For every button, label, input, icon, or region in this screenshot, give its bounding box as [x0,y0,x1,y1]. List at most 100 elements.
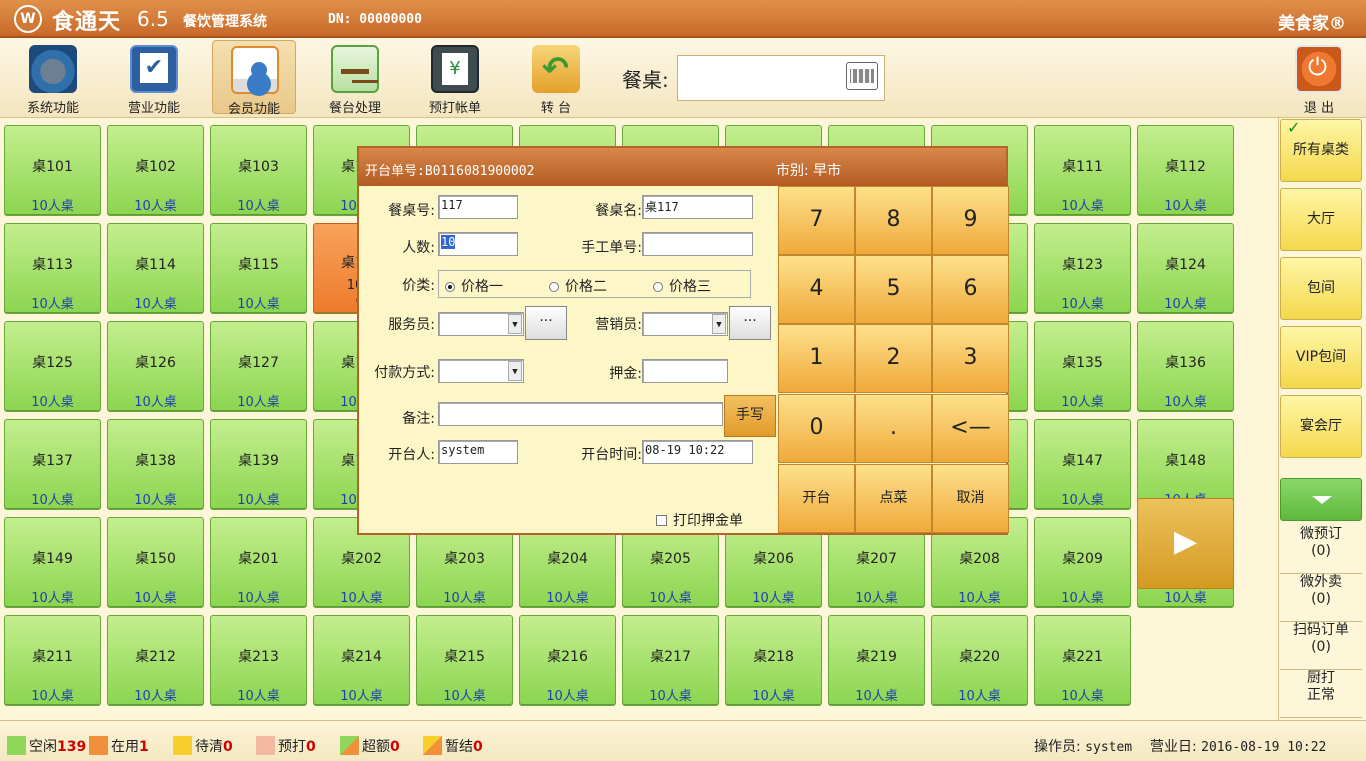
sales-browse-button[interactable]: ··· [729,306,771,340]
transfer-table-button[interactable]: 转 台 [514,40,598,116]
scroll-down-button[interactable] [1280,478,1362,521]
opener-field[interactable]: system [438,440,518,464]
wechat-reservation-info[interactable]: 微预订 (0) [1280,526,1362,574]
key-7[interactable]: 7 [778,186,855,255]
order-dishes-button[interactable]: 点菜 [855,464,932,533]
table-tile[interactable]: 桌218 10人桌 [725,615,822,706]
table-name: 桌139 [238,453,279,469]
legend-count: 0 [223,739,233,755]
table-tile[interactable]: 桌111 10人桌 [1034,125,1131,216]
table-tile[interactable]: 桌150 10人桌 [107,517,204,608]
table-tile[interactable]: 桌139 10人桌 [210,419,307,510]
category-all-tables[interactable]: ✓ 所有桌类 [1280,118,1362,182]
pre-print-bill-button[interactable]: 预打帐单 [413,40,497,116]
table-seats: 10人桌 [340,689,383,704]
key-9[interactable]: 9 [932,186,1009,255]
wechat-takeout-info[interactable]: 微外卖 (0) [1280,574,1362,622]
table-handling-button[interactable]: 餐台处理 [313,40,397,116]
sales-select[interactable]: ▼ [642,312,728,336]
table-seats: 10人桌 [958,591,1001,606]
table-tile[interactable]: 桌102 10人桌 [107,125,204,216]
table-tile[interactable]: 桌113 10人桌 [4,223,101,314]
category-hall[interactable]: 大厅 [1280,188,1362,251]
price-option-2[interactable]: 价格二 [549,276,607,296]
table-tile[interactable]: 桌201 10人桌 [210,517,307,608]
people-field[interactable]: 10 [438,232,518,256]
table-tile[interactable]: 桌136 10人桌 [1137,321,1234,412]
table-tile[interactable]: 桌212 10人桌 [107,615,204,706]
table-tile[interactable]: 桌219 10人桌 [828,615,925,706]
key-2[interactable]: 2 [855,324,932,393]
table-tile[interactable]: 桌114 10人桌 [107,223,204,314]
table-tile[interactable]: 桌209 10人桌 [1034,517,1131,608]
member-functions-button[interactable]: 会员功能 [212,40,296,117]
scan-order-info[interactable]: 扫码订单 (0) [1280,622,1362,670]
table-tile[interactable]: 桌135 10人桌 [1034,321,1131,412]
handwrite-button[interactable]: 手写 [724,395,776,437]
table-tile[interactable]: 桌123 10人桌 [1034,223,1131,314]
table-tile[interactable]: 桌127 10人桌 [210,321,307,412]
open-table-button[interactable]: 开台 [778,464,855,533]
table-search-label: 餐桌: [622,68,669,92]
table-tile[interactable]: 桌149 10人桌 [4,517,101,608]
table-tile[interactable]: 桌215 10人桌 [416,615,513,706]
table-name: 桌113 [32,257,73,273]
table-tile[interactable]: 桌103 10人桌 [210,125,307,216]
table-tile[interactable]: 桌216 10人桌 [519,615,616,706]
table-name: 桌219 [856,649,897,665]
legend-swatch [340,736,359,755]
category-banquet-hall[interactable]: 宴会厅 [1280,395,1362,458]
business-functions-button[interactable]: 营业功能 [112,40,196,116]
table-tile[interactable]: 桌126 10人桌 [107,321,204,412]
cancel-button[interactable]: 取消 [932,464,1009,533]
key-5[interactable]: 5 [855,255,932,324]
business-date: 2016-08-19 10:22 [1201,740,1327,755]
table-tile[interactable]: 桌14810人桌 [1137,419,1234,510]
price-option-3[interactable]: 价格三 [653,276,711,296]
table-tile[interactable]: 桌138 10人桌 [107,419,204,510]
table-tile[interactable]: 桌213 10人桌 [210,615,307,706]
key-3[interactable]: 3 [932,324,1009,393]
note-field[interactable] [438,402,723,426]
category-vip-room[interactable]: VIP包间 [1280,326,1362,389]
key-8[interactable]: 8 [855,186,932,255]
table-tile[interactable]: 桌214 10人桌 [313,615,410,706]
key-6[interactable]: 6 [932,255,1009,324]
key-1[interactable]: 1 [778,324,855,393]
next-page-button[interactable]: ▶ [1137,498,1234,589]
key-4[interactable]: 4 [778,255,855,324]
table-tile[interactable]: 桌217 10人桌 [622,615,719,706]
print-deposit-checkbox[interactable]: 打印押金单 [656,510,743,530]
brand-name: 美食家® [1278,14,1346,34]
payment-select[interactable]: ▼ [438,359,524,383]
table-tile[interactable]: 桌220 10人桌 [931,615,1028,706]
keyboard-icon[interactable] [846,62,878,90]
table-seats: 10人桌 [1164,395,1207,410]
table-no-field[interactable]: 117 [438,195,518,219]
table-tile[interactable]: 桌125 10人桌 [4,321,101,412]
table-tile[interactable]: 桌221 10人桌 [1034,615,1131,706]
waiter-select[interactable]: ▼ [438,312,524,336]
exit-button[interactable]: 退 出 [1277,40,1361,116]
system-functions-button[interactable]: 系统功能 [11,40,95,116]
key-0[interactable]: 0 [778,394,855,463]
table-tile[interactable]: 桌112 10人桌 [1137,125,1234,216]
table-name: 桌114 [135,257,176,273]
table-tile[interactable]: 桌115 10人桌 [210,223,307,314]
category-private-room[interactable]: 包间 [1280,257,1362,320]
table-name: 桌135 [1062,355,1103,371]
open-time-field[interactable]: 08-19 10:22 [642,440,753,464]
table-tile[interactable]: 桌124 10人桌 [1137,223,1234,314]
key-backspace[interactable]: <— [932,394,1009,463]
table-tile[interactable]: 桌147 10人桌 [1034,419,1131,510]
table-tile[interactable]: 桌211 10人桌 [4,615,101,706]
table-tile[interactable]: 桌137 10人桌 [4,419,101,510]
waiter-browse-button[interactable]: ··· [525,306,567,340]
table-seats: 10人桌 [134,395,177,410]
price-option-1[interactable]: 价格一 [445,276,503,296]
deposit-field[interactable] [642,359,728,383]
table-name-field[interactable]: 桌117 [642,195,753,219]
key-dot[interactable]: . [855,394,932,463]
table-tile[interactable]: 桌101 10人桌 [4,125,101,216]
manual-order-field[interactable] [642,232,753,256]
